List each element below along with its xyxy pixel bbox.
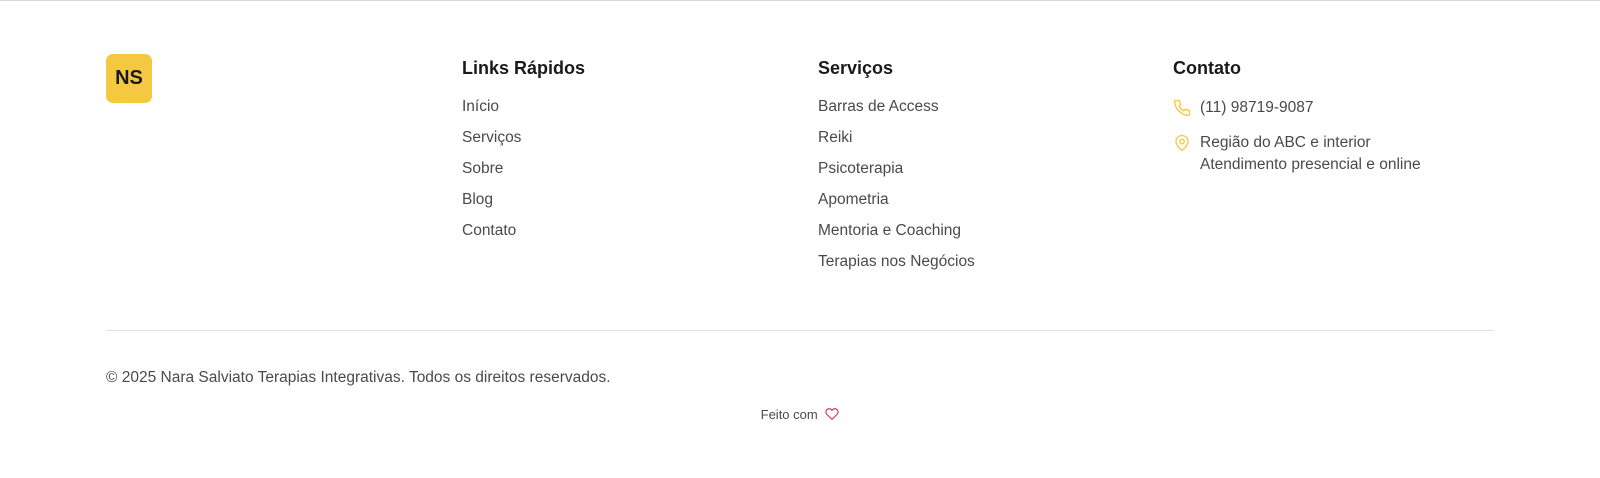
map-pin-icon	[1175, 134, 1189, 152]
heart-icon	[825, 408, 839, 421]
services-list: Barras de Access Reiki Psicoterapia Apom…	[818, 97, 975, 283]
service-link-reiki[interactable]: Reiki	[818, 129, 852, 146]
quick-link-blog[interactable]: Blog	[462, 191, 493, 208]
contact-column: Contato (11) 98719-9087 Região do ABC e …	[1173, 54, 1421, 176]
list-item: Barras de Access	[818, 97, 975, 128]
footer-top-border	[0, 0, 1600, 1]
list-item: Blog	[462, 190, 585, 221]
brand-logo[interactable]: NS	[106, 54, 152, 103]
quick-link-inicio[interactable]: Início	[462, 98, 499, 115]
contact-address-line1: Região do ABC e interior	[1200, 134, 1371, 151]
made-with-note: Feito com	[0, 405, 1600, 425]
quick-link-servicos[interactable]: Serviços	[462, 129, 521, 146]
services-title: Serviços	[818, 58, 894, 78]
quick-link-contato[interactable]: Contato	[462, 222, 516, 239]
contact-address-lines: Região do ABC e interior Atendimento pre…	[1200, 132, 1421, 176]
footer-divider	[106, 330, 1494, 331]
contact-phone[interactable]: (11) 98719-9087	[1173, 97, 1421, 119]
quick-link-sobre[interactable]: Sobre	[462, 160, 503, 177]
list-item: Contato	[462, 221, 585, 252]
phone-icon	[1173, 99, 1191, 117]
made-with-text: Feito com	[760, 407, 818, 422]
list-item: Serviços	[462, 128, 585, 159]
service-link-apometria[interactable]: Apometria	[818, 191, 889, 208]
service-link-barras-de-access[interactable]: Barras de Access	[818, 98, 939, 115]
contact-address-line2: Atendimento presencial e online	[1200, 156, 1421, 173]
quick-links-column: Links Rápidos Início Serviços Sobre Blog…	[462, 54, 585, 252]
list-item: Início	[462, 97, 585, 128]
list-item: Apometria	[818, 190, 975, 221]
service-link-psicoterapia[interactable]: Psicoterapia	[818, 160, 903, 177]
contact-address: Região do ABC e interior Atendimento pre…	[1173, 132, 1421, 176]
services-column: Serviços Barras de Access Reiki Psicoter…	[818, 54, 975, 283]
contact-phone-text: (11) 98719-9087	[1200, 99, 1314, 116]
service-link-mentoria-coaching[interactable]: Mentoria e Coaching	[818, 222, 961, 239]
quick-links-list: Início Serviços Sobre Blog Contato	[462, 97, 585, 252]
list-item: Reiki	[818, 128, 975, 159]
site-footer: NS Links Rápidos Início Serviços Sobre B…	[106, 54, 1494, 334]
list-item: Terapias nos Negócios	[818, 252, 975, 283]
list-item: Sobre	[462, 159, 585, 190]
quick-links-title: Links Rápidos	[462, 58, 586, 78]
brand-logo-text: NS	[115, 67, 143, 89]
service-link-terapias-negocios[interactable]: Terapias nos Negócios	[818, 253, 975, 270]
copyright-text: © 2025 Nara Salviato Terapias Integrativ…	[106, 369, 611, 386]
contact-title: Contato	[1173, 58, 1241, 78]
list-item: Psicoterapia	[818, 159, 975, 190]
list-item: Mentoria e Coaching	[818, 221, 975, 252]
